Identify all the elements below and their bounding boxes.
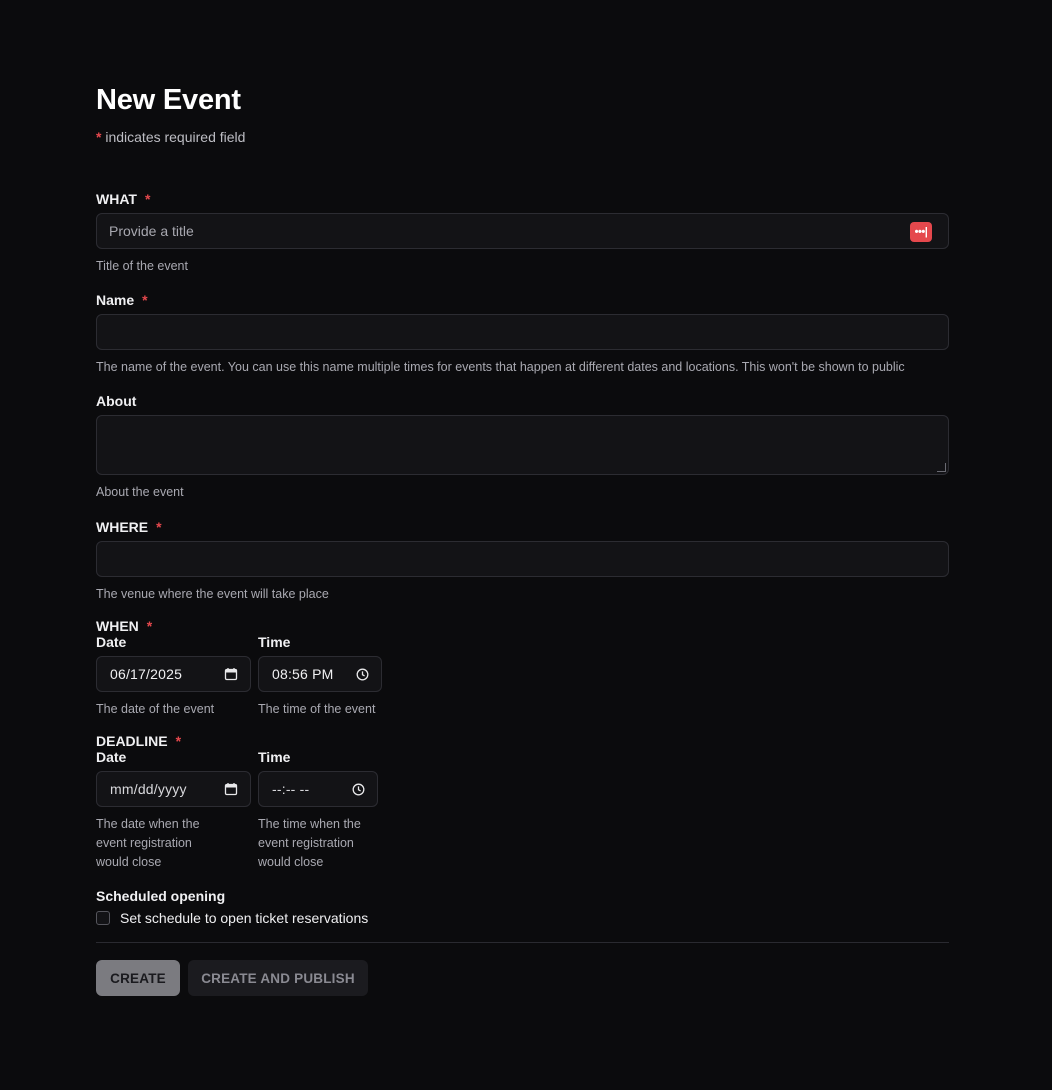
calendar-icon[interactable] <box>224 667 238 681</box>
what-label: WHAT * <box>96 190 949 208</box>
when-time-label: Time <box>258 634 291 650</box>
what-help: Title of the event <box>96 259 188 273</box>
form-divider <box>96 942 949 943</box>
what-label-text: WHAT <box>96 191 137 207</box>
scheduled-opening-field: Scheduled opening Set schedule to open t… <box>96 887 368 926</box>
where-field: WHERE * The venue where the event will ta… <box>96 518 949 604</box>
deadline-time-value: --:-- -- <box>272 781 310 797</box>
required-note-text: indicates required field <box>105 129 246 145</box>
when-date-help: The date of the event <box>96 702 215 716</box>
required-star: * <box>175 733 182 749</box>
where-label-text: WHERE <box>96 519 149 535</box>
what-field: WHAT * Provide a title •••| Title of the … <box>96 190 949 276</box>
deadline-time-field: Time --:-- -- The time when the event re… <box>258 748 388 872</box>
deadline-date-field: Date mm/dd/yyyy The date when the event … <box>96 748 251 872</box>
page-title: New Event <box>96 84 241 116</box>
required-star: * <box>146 618 153 634</box>
scheduled-opening-row[interactable]: Set schedule to open ticket reservations <box>96 910 368 926</box>
when-date-label: Date <box>96 634 127 650</box>
required-star: * <box>144 191 151 207</box>
name-label-text: Name <box>96 292 135 308</box>
when-time-input[interactable]: 08:56 PM <box>258 656 382 692</box>
deadline-date-help: The date when the event registration wou… <box>96 817 200 869</box>
deadline-label-text: DEADLINE <box>96 733 168 749</box>
when-time-help: The time of the event <box>258 702 376 716</box>
when-section: WHEN * <box>96 619 152 634</box>
deadline-date-label: Date <box>96 749 127 765</box>
when-label-text: WHEN <box>96 618 139 634</box>
where-label: WHERE * <box>96 518 949 536</box>
when-time-field: Time 08:56 PM The time of the event <box>258 633 388 719</box>
when-date-input[interactable]: 06/17/2025 <box>96 656 251 692</box>
deadline-time-label: Time <box>258 749 291 765</box>
scheduled-opening-checkbox-label[interactable]: Set schedule to open ticket reservations <box>120 910 368 926</box>
deadline-section: DEADLINE * <box>96 734 181 749</box>
clock-icon[interactable] <box>356 668 369 681</box>
create-button[interactable]: CREATE <box>96 960 180 996</box>
name-label: Name * <box>96 291 949 309</box>
deadline-date-input[interactable]: mm/dd/yyyy <box>96 771 251 807</box>
about-help: About the event <box>96 485 184 499</box>
where-help: The venue where the event will take plac… <box>96 587 329 601</box>
calendar-icon[interactable] <box>224 782 238 796</box>
deadline-time-input[interactable]: --:-- -- <box>258 771 378 807</box>
create-and-publish-button[interactable]: CREATE AND PUBLISH <box>188 960 368 996</box>
about-label: About <box>96 393 137 409</box>
resize-grip-icon[interactable] <box>937 463 946 472</box>
about-textarea[interactable] <box>96 415 949 475</box>
new-event-form: New Event * indicates required field WHA… <box>96 80 949 996</box>
deadline-time-help: The time when the event registration wou… <box>258 817 361 869</box>
what-placeholder: Provide a title <box>109 223 194 239</box>
scheduled-opening-checkbox[interactable] <box>96 911 110 925</box>
required-note: * indicates required field <box>96 128 949 146</box>
name-help: The name of the event. You can use this … <box>96 360 905 374</box>
password-manager-icon[interactable]: •••| <box>910 222 932 242</box>
required-star: * <box>156 519 162 535</box>
clock-icon[interactable] <box>352 783 365 796</box>
name-field: Name * The name of the event. You can use… <box>96 291 949 377</box>
required-star: * <box>142 292 148 308</box>
required-star: * <box>96 129 102 145</box>
when-date-value: 06/17/2025 <box>110 666 183 682</box>
where-input[interactable] <box>96 541 949 577</box>
page: New Event * indicates required field WHA… <box>0 0 1052 1090</box>
deadline-date-value: mm/dd/yyyy <box>110 781 187 797</box>
name-input[interactable] <box>96 314 949 350</box>
what-input[interactable]: Provide a title •••| <box>96 213 949 249</box>
scheduled-opening-label: Scheduled opening <box>96 888 226 904</box>
when-label: WHEN * <box>96 619 152 634</box>
about-field: About About the event <box>96 392 949 502</box>
when-time-value: 08:56 PM <box>272 666 334 682</box>
deadline-label: DEADLINE * <box>96 734 181 749</box>
when-date-field: Date 06/17/2025 The date of the event <box>96 633 251 719</box>
